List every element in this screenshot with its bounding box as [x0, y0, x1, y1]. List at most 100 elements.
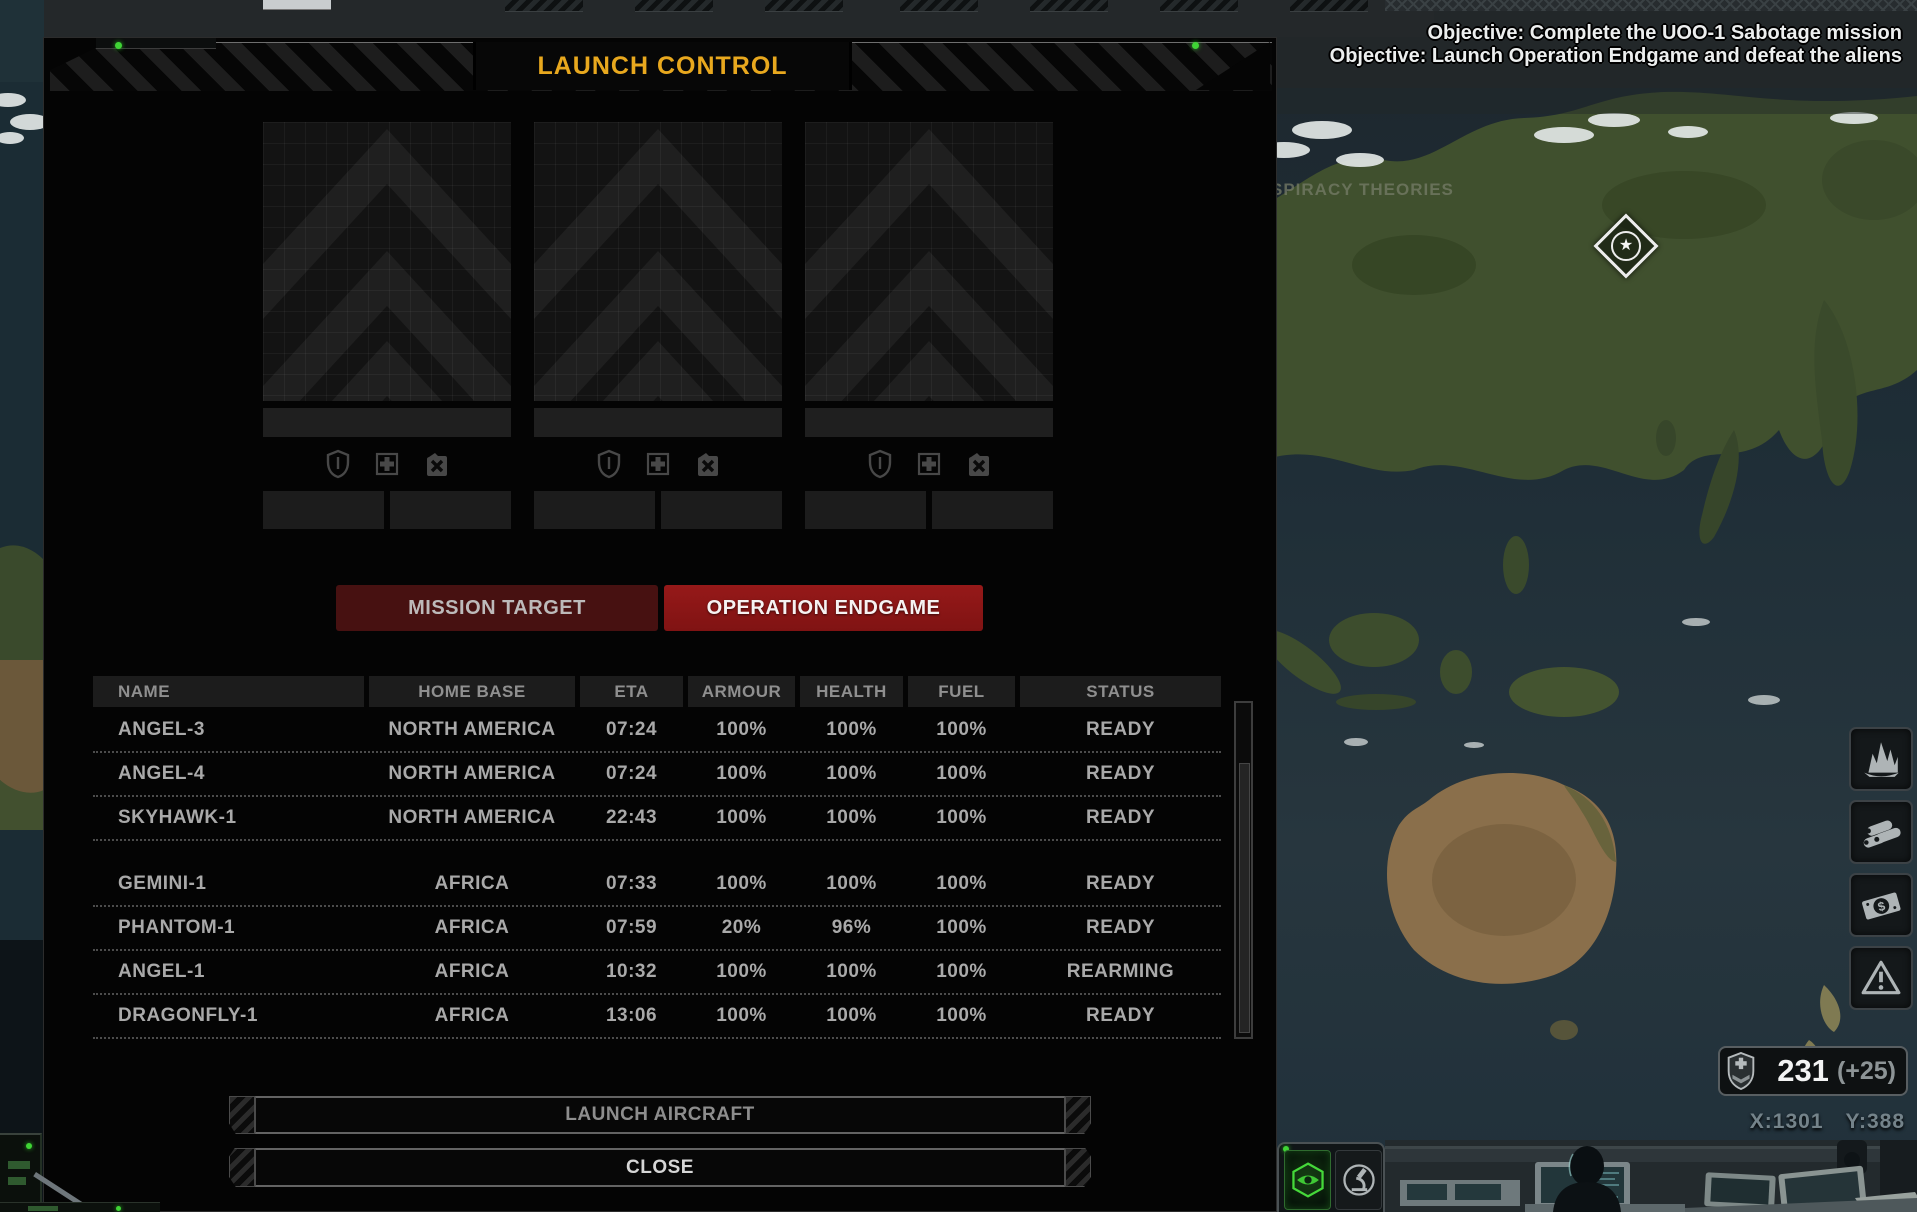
dialog-header-notch: [96, 38, 216, 49]
table-row[interactable]: DRAGONFLY-1 AFRICA 13:06 100% 100% 100% …: [93, 995, 1221, 1039]
col-name: NAME: [93, 676, 364, 707]
status-led: [26, 1143, 32, 1149]
close-button[interactable]: CLOSE: [229, 1148, 1091, 1187]
cell-home: AFRICA: [369, 995, 575, 1037]
slot-name-bar: [805, 408, 1053, 437]
hazard-cap: [229, 1148, 255, 1187]
aircraft-slot-3[interactable]: [805, 122, 1053, 401]
alloys-resource-button[interactable]: [1849, 800, 1913, 864]
eye-scanner-button[interactable]: [1284, 1150, 1331, 1210]
cell-status: READY: [1020, 907, 1221, 949]
slot-status-icons: [534, 449, 782, 481]
slot-grid-overlay: [805, 122, 1053, 401]
slot-status-icons: [263, 449, 511, 481]
cell-home: AFRICA: [369, 951, 575, 993]
cell-home: NORTH AMERICA: [369, 797, 575, 839]
table-row[interactable]: ANGEL-3 NORTH AMERICA 07:24 100% 100% 10…: [93, 709, 1221, 753]
cell-eta: 07:24: [580, 709, 683, 751]
slot-gauge-bars: [805, 491, 1053, 529]
cell-fuel: 100%: [908, 797, 1015, 839]
vent-tab: [635, 0, 713, 12]
coord-x: X:1301: [1750, 1110, 1824, 1134]
health-cross-icon: [374, 449, 400, 479]
table-row[interactable]: GEMINI-1 AFRICA 07:33 100% 100% 100% REA…: [93, 863, 1221, 907]
fuel-can-icon: [965, 449, 991, 479]
alloys-icon: [1860, 811, 1902, 853]
tab-mission-target[interactable]: MISSION TARGET: [336, 585, 658, 631]
cell-health: 100%: [800, 797, 903, 839]
launch-control-dialog: LAUNCH CONTROL: [43, 37, 1277, 1212]
col-eta: ETA: [580, 676, 683, 707]
crystals-resource-button[interactable]: [1849, 727, 1913, 791]
cell-armour: 100%: [688, 753, 795, 795]
table-row[interactable]: PHANTOM-1 AFRICA 07:59 20% 96% 100% READ…: [93, 907, 1221, 951]
launch-aircraft-button[interactable]: LAUNCH AIRCRAFT: [229, 1096, 1091, 1134]
cell-health: 100%: [800, 753, 903, 795]
warning-triangle-icon: [1860, 957, 1902, 999]
status-led: [1192, 42, 1199, 49]
table-row[interactable]: ANGEL-1 AFRICA 10:32 100% 100% 100% REAR…: [93, 951, 1221, 995]
vent-tab-active: [263, 0, 331, 10]
col-health: HEALTH: [800, 676, 903, 707]
cell-name: ANGEL-3: [93, 709, 364, 751]
dialog-title: LAUNCH CONTROL: [537, 52, 787, 81]
hazard-cap: [1065, 1148, 1091, 1187]
top-mesh-strip: [1385, 0, 1917, 11]
panel-glyph: [8, 1177, 26, 1185]
cell-home: AFRICA: [369, 863, 575, 905]
scrollbar-thumb[interactable]: [1239, 763, 1250, 1033]
health-cross-icon: [916, 449, 942, 479]
table-header: NAME HOME BASE ETA ARMOUR HEALTH FUEL ST…: [93, 676, 1221, 707]
cell-fuel: 100%: [908, 907, 1015, 949]
star-icon: ★: [1619, 238, 1633, 254]
panel-glyph: [8, 1161, 30, 1169]
alerts-button[interactable]: [1849, 946, 1913, 1010]
cell-eta: 10:32: [580, 951, 683, 993]
cell-fuel: 100%: [908, 951, 1015, 993]
armour-shield-icon: [596, 449, 622, 479]
cell-home: NORTH AMERICA: [369, 709, 575, 751]
dialog-title-box: LAUNCH CONTROL: [473, 42, 852, 90]
status-led: [116, 1206, 121, 1211]
world-map-left-edge[interactable]: [0, 0, 44, 1212]
cell-health: 100%: [800, 951, 903, 993]
aircraft-slot-2[interactable]: [534, 122, 782, 401]
bottom-left-strip: [0, 1202, 160, 1212]
cell-eta: 07:24: [580, 753, 683, 795]
rank-badge-icon: [1726, 1052, 1756, 1090]
cell-status: READY: [1020, 797, 1221, 839]
hud-mini-panel: [1277, 1142, 1385, 1212]
table-row[interactable]: ANGEL-4 NORTH AMERICA 07:24 100% 100% 10…: [93, 753, 1221, 797]
vent-tab: [505, 0, 583, 12]
cell-eta: 22:43: [580, 797, 683, 839]
cell-fuel: 100%: [908, 709, 1015, 751]
slot-grid-overlay: [263, 122, 511, 401]
funds-value: 231: [1777, 1053, 1829, 1089]
cell-name: PHANTOM-1: [93, 907, 364, 949]
microscope-button[interactable]: [1335, 1150, 1382, 1210]
fuel-can-icon: [423, 449, 449, 479]
slot-name-bar: [534, 408, 782, 437]
aircraft-table: ANGEL-3 NORTH AMERICA 07:24 100% 100% 10…: [93, 709, 1221, 1039]
table-scrollbar[interactable]: [1234, 701, 1253, 1039]
slot-status-icons: [805, 449, 1053, 481]
cell-armour: 100%: [688, 951, 795, 993]
armour-shield-icon: [867, 449, 893, 479]
vent-tab: [765, 0, 843, 12]
cell-eta: 07:59: [580, 907, 683, 949]
status-led: [115, 42, 122, 49]
tab-operation-endgame[interactable]: OPERATION ENDGAME: [664, 585, 983, 631]
aircraft-slot-1[interactable]: [263, 122, 511, 401]
money-resource-button[interactable]: $: [1849, 873, 1913, 937]
base-room-scene: [1385, 1140, 1917, 1212]
vent-tab: [1030, 0, 1108, 12]
coord-y: Y:388: [1846, 1110, 1905, 1134]
funds-panel[interactable]: 231 (+25): [1718, 1046, 1908, 1096]
table-row[interactable]: SKYHAWK-1 NORTH AMERICA 22:43 100% 100% …: [93, 797, 1221, 841]
cell-health: 100%: [800, 709, 903, 751]
cell-name: DRAGONFLY-1: [93, 995, 364, 1037]
cell-home: AFRICA: [369, 907, 575, 949]
cell-name: SKYHAWK-1: [93, 797, 364, 839]
cell-health: 96%: [800, 907, 903, 949]
panel-glyph: [28, 1206, 58, 1211]
